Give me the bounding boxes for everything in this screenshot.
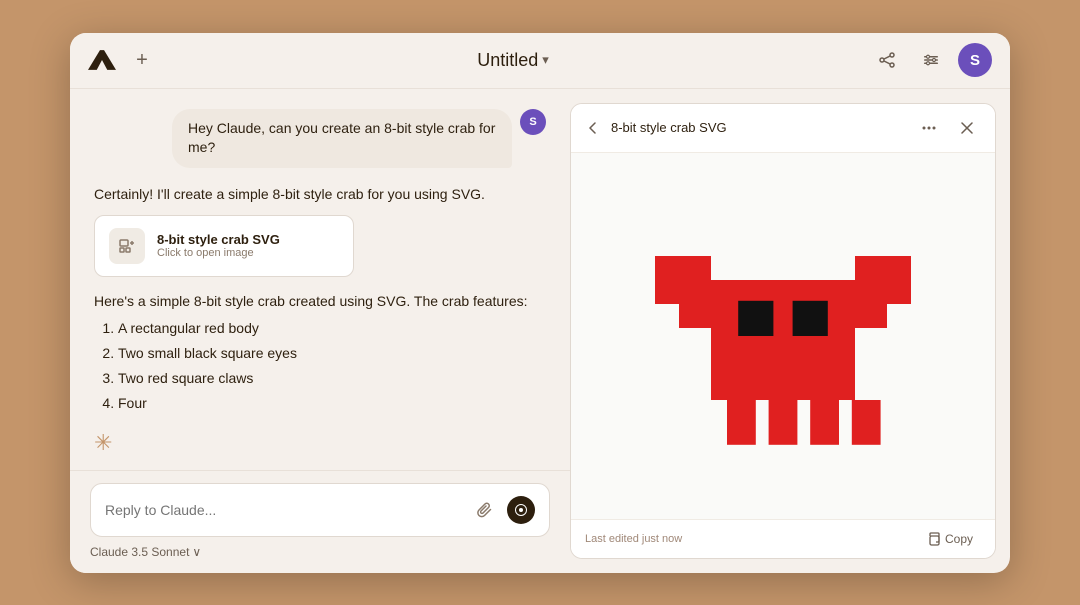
artifact-panel-header: 8-bit style crab SVG xyxy=(571,104,995,153)
model-select[interactable]: Claude 3.5 Sonnet ∨ xyxy=(90,545,201,559)
list-item: A rectangular red body xyxy=(118,316,546,341)
header: + Untitled ▾ xyxy=(70,33,1010,89)
crab-svg xyxy=(623,176,943,496)
features-list: A rectangular red body Two small black s… xyxy=(94,316,546,417)
user-message: Hey Claude, can you create an 8-bit styl… xyxy=(94,109,546,168)
artifact-panel: 8-bit style crab SVG xyxy=(570,103,996,559)
chat-input[interactable] xyxy=(105,502,463,518)
copy-label: Copy xyxy=(945,532,973,546)
anthropic-logo xyxy=(88,50,116,70)
attach-button[interactable] xyxy=(471,496,499,524)
artifact-timestamp: Last edited just now xyxy=(585,533,682,545)
share-button[interactable] xyxy=(870,43,904,77)
artifact-card-icon xyxy=(109,228,145,264)
new-chat-button[interactable]: + xyxy=(128,46,156,74)
user-avatar-small: S xyxy=(520,109,546,135)
artifact-card[interactable]: 8-bit style crab SVG Click to open image xyxy=(94,215,354,277)
chat-panel: Hey Claude, can you create an 8-bit styl… xyxy=(70,89,570,573)
list-item: Two small black square eyes xyxy=(118,341,546,366)
artifact-panel-title: 8-bit style crab SVG xyxy=(611,120,905,135)
settings-button[interactable] xyxy=(914,43,948,77)
voice-button[interactable] xyxy=(507,496,535,524)
title-dropdown-icon: ▾ xyxy=(542,52,549,68)
app-window: + Untitled ▾ xyxy=(70,33,1010,573)
page-title: Untitled xyxy=(477,50,538,71)
response-list: Here's a simple 8-bit style crab created… xyxy=(94,291,546,417)
title-area[interactable]: Untitled ▾ xyxy=(477,50,549,71)
main-content: Hey Claude, can you create an 8-bit styl… xyxy=(70,89,1010,573)
chat-messages: Hey Claude, can you create an 8-bit styl… xyxy=(70,89,570,470)
model-dropdown-icon: ∨ xyxy=(192,545,201,559)
model-label: Claude 3.5 Sonnet xyxy=(90,545,189,559)
artifact-card-title: 8-bit style crab SVG xyxy=(157,232,280,247)
user-bubble: Hey Claude, can you create an 8-bit styl… xyxy=(172,109,512,168)
chat-input-area: Claude 3.5 Sonnet ∨ xyxy=(70,470,570,573)
list-item: Two red square claws xyxy=(118,366,546,391)
artifact-card-info: 8-bit style crab SVG Click to open image xyxy=(157,232,280,259)
avatar[interactable]: S xyxy=(958,43,992,77)
chat-footer: Claude 3.5 Sonnet ∨ xyxy=(90,545,550,559)
artifact-content xyxy=(571,153,995,519)
response-prefix: Here's a simple 8-bit style crab created… xyxy=(94,291,546,312)
assistant-intro-text: Certainly! I'll create a simple 8-bit st… xyxy=(94,184,546,205)
artifact-footer: Last edited just now Copy xyxy=(571,519,995,558)
artifact-back-button[interactable] xyxy=(585,120,601,136)
artifact-card-subtitle: Click to open image xyxy=(157,247,280,259)
assistant-message: Certainly! I'll create a simple 8-bit st… xyxy=(94,184,546,457)
header-right: S xyxy=(870,43,992,77)
artifact-close-button[interactable] xyxy=(953,114,981,142)
chat-input-box xyxy=(90,483,550,537)
artifact-menu-button[interactable] xyxy=(915,114,943,142)
header-left: + xyxy=(88,46,156,74)
asterisk-icon: ✳ xyxy=(94,430,112,456)
loading-indicator: ✳ xyxy=(94,430,546,456)
list-item: Four xyxy=(118,391,546,416)
copy-button[interactable]: Copy xyxy=(918,528,981,550)
